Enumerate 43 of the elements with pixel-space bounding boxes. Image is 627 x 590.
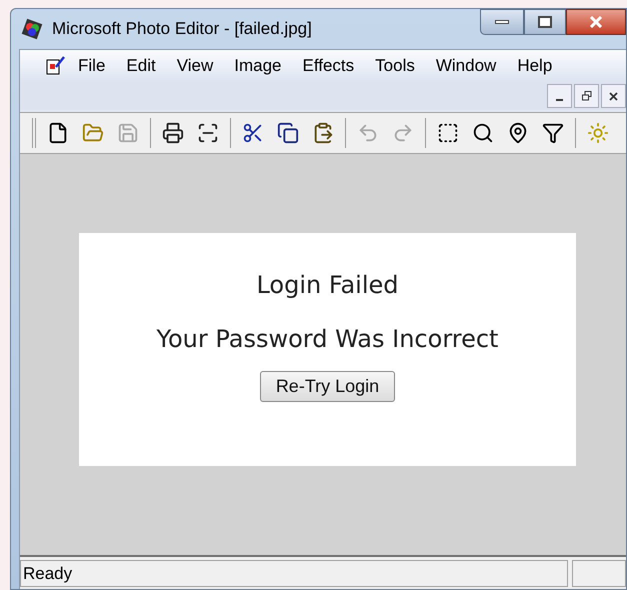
close-button[interactable] <box>601 84 626 108</box>
menu-item[interactable]: File <box>78 53 106 79</box>
document-icon[interactable] <box>44 55 66 77</box>
printer-button[interactable] <box>160 120 186 146</box>
maximize-icon <box>538 16 552 28</box>
minimize-icon <box>495 20 509 24</box>
redo-icon <box>392 122 414 144</box>
magnifier-icon <box>472 122 494 144</box>
paste-icon <box>312 122 334 144</box>
menu-item[interactable]: View <box>176 53 214 79</box>
menu-item[interactable]: Effects <box>302 53 354 79</box>
save-icon <box>117 122 139 144</box>
minimize-icon <box>556 99 563 101</box>
window-title: Microsoft Photo Editor - [failed.jpg] <box>52 18 312 40</box>
menu-item[interactable]: Window <box>436 53 496 79</box>
close-icon <box>609 92 618 100</box>
close-icon <box>589 16 603 28</box>
heading: Login Failed <box>256 271 399 299</box>
printer-icon <box>162 122 184 144</box>
menu-item[interactable]: Tools <box>375 53 415 79</box>
minimize-button[interactable] <box>547 84 572 108</box>
menu-item[interactable]: Edit <box>126 53 156 79</box>
scissors-icon <box>242 122 264 144</box>
scanner-icon <box>197 122 219 144</box>
restore-button[interactable] <box>574 84 599 108</box>
sun-icon <box>587 122 609 144</box>
pin-icon <box>507 122 529 144</box>
close-button[interactable] <box>566 9 626 35</box>
selection-icon <box>437 122 459 144</box>
minimize-button[interactable] <box>480 9 524 35</box>
copy-icon <box>277 122 299 144</box>
maximize-button[interactable] <box>524 9 566 35</box>
page-icon <box>47 122 69 144</box>
menu-item[interactable]: Image <box>234 53 282 79</box>
undo-icon <box>357 122 379 144</box>
folder-icon <box>82 122 104 144</box>
status-panel <box>572 560 626 587</box>
status-text: Ready <box>20 560 568 587</box>
error-message: Your Password Was Incorrect <box>156 325 498 353</box>
restore-icon <box>582 91 592 101</box>
copy-button[interactable] <box>275 120 301 146</box>
funnel-icon <box>542 122 564 144</box>
menu-item[interactable]: Help <box>517 53 552 79</box>
